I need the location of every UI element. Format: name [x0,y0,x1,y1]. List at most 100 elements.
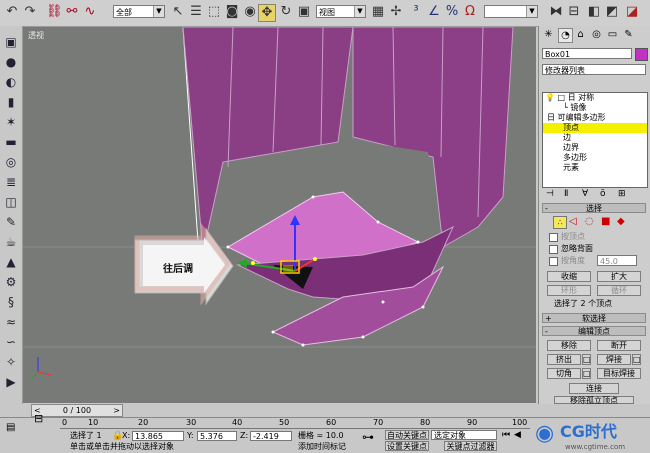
rollout-edit-vertices[interactable]: - 编辑顶点 [542,326,646,336]
selection-filter-dropdown[interactable]: 全部 ▼ [113,5,165,18]
chamfer-button[interactable]: 切角 [547,368,581,379]
spinner-snap-icon[interactable]: Ω [462,4,478,20]
move-icon[interactable]: ✥ [258,4,276,22]
redo-icon[interactable]: ↷ [22,4,38,20]
vertex-mode-icon[interactable]: ∴ [553,216,567,229]
stack-item-vertex[interactable]: 顶点 [543,123,647,133]
add-time-tag[interactable]: 添加时间标记 [298,442,346,452]
ignore-backfacing-checkbox[interactable] [549,245,558,254]
loop-button[interactable]: 循环 [597,285,641,296]
goto-start-icon[interactable]: ⏮ [502,430,510,440]
use-pivot-center-icon[interactable]: ▦ [370,4,386,20]
unlink-icon[interactable]: ⚯ [64,4,80,20]
key-mode-dropdown[interactable]: 选定对象 [431,430,497,440]
angle-value-field[interactable]: 45.0 [597,255,637,266]
curve-editor-icon[interactable]: ◩ [604,4,620,20]
shrink-button[interactable]: 收缩 [547,271,591,282]
select-by-name-icon[interactable]: ☰ [188,4,204,20]
remove-modifier-icon[interactable]: ō [600,189,606,199]
stack-item-edge[interactable]: 边 [563,133,571,143]
modifier-stack[interactable]: 💡 □ 日 对称 └ 镜像 日 可编辑多边形 顶点 边 边界 多边形 元素 [542,92,648,188]
teapot-icon[interactable]: ☕ [3,234,19,250]
y-coordinate-field[interactable]: 5.376 [197,431,237,441]
snap-icon[interactable]: ³ [408,4,424,20]
rollout-selection[interactable]: - 选择 [542,203,646,213]
wave-icon[interactable]: ≈ [3,314,19,330]
star-icon[interactable]: ✶ [3,114,19,130]
time-slider[interactable]: < 0 / 100 > [23,403,536,417]
display-tab-icon[interactable]: ▭ [606,28,619,41]
border-mode-icon[interactable]: ◌ [585,216,594,227]
cylinder-icon[interactable]: ▮ [3,94,19,110]
object-name-field[interactable]: Box01 [542,48,632,59]
set-key-button[interactable]: 设置关键点 [385,441,429,451]
create-box-icon[interactable]: ▣ [3,34,19,50]
plane-icon[interactable]: ▬ [3,134,19,150]
stack-item-symmetry[interactable]: 💡 □ 日 对称 [545,93,594,103]
align-icon[interactable]: ⊟ [566,4,582,20]
rollout-soft-selection[interactable]: + 软选择 [542,313,646,323]
named-selection-dropdown[interactable]: ▼ [484,5,538,18]
edge-mode-icon[interactable]: ◁ [569,216,577,227]
listener-icon[interactable]: ▤ [6,422,15,433]
by-vertex-checkbox[interactable] [549,233,558,242]
utilities-tab-icon[interactable]: ✎ [622,28,635,41]
time-slider-thumb[interactable]: < 0 / 100 > [31,404,123,417]
layer-icon[interactable]: ◧ [586,4,602,20]
light-icon[interactable]: ✧ [3,354,19,370]
modifier-list-dropdown[interactable]: 修改器列表 [542,64,646,75]
stack-icon[interactable]: ≣ [3,174,19,190]
modify-tab-icon[interactable]: ◔ [558,28,573,43]
reference-coord-dropdown[interactable]: 视图 ▼ [316,5,366,18]
trackbar[interactable]: 0 10 20 30 40 50 60 70 80 90 100 [60,418,530,429]
stack-item-element[interactable]: 元素 [563,163,579,173]
rotate-icon[interactable]: ↻ [278,4,294,20]
weld-settings-button[interactable]: □ [632,354,641,365]
connect-button[interactable]: 连接 [569,383,619,394]
angle-snap-icon[interactable]: ∠ [426,4,442,20]
z-coordinate-field[interactable]: -2.419 [250,431,292,441]
show-end-result-icon[interactable]: Ⅱ [564,189,568,199]
auto-key-button[interactable]: 自动关键点 [385,430,429,440]
select-icon[interactable]: ↖ [170,4,186,20]
prev-key-icon[interactable]: ◀ [514,430,521,440]
chamfer-settings-button[interactable]: □ [582,368,591,379]
weld-button[interactable]: 焊接 [597,354,631,365]
stack-item-mirror[interactable]: └ 镜像 [563,103,586,113]
perspective-viewport[interactable]: 透视 往后调 [23,27,536,403]
percent-snap-icon[interactable]: % [444,4,460,20]
manipulate-icon[interactable]: ✢ [388,4,404,20]
by-angle-checkbox[interactable] [549,257,558,266]
key-filters-button[interactable]: 关键点过滤器 [444,441,497,451]
motion-tab-icon[interactable]: ◎ [590,28,603,41]
spline-icon[interactable]: ∽ [3,334,19,350]
stack-item-border[interactable]: 边界 [563,143,579,153]
camera-icon[interactable]: ▶ [3,374,19,390]
hierarchy-tab-icon[interactable]: ⌂ [574,28,587,41]
bind-space-warp-icon[interactable]: ∿ [82,4,98,20]
tube-icon[interactable]: ◫ [3,194,19,210]
mini-curve-icon[interactable]: ⊟ [34,412,43,425]
cone-icon[interactable]: ◐ [3,74,19,90]
stack-item-editable-poly[interactable]: 日 可编辑多边形 [547,113,606,123]
gear-icon[interactable]: ⚙ [3,274,19,290]
object-color-swatch[interactable] [635,48,648,61]
x-coordinate-field[interactable]: 13.865 [132,431,184,441]
ring-button[interactable]: 环形 [547,285,591,296]
extrude-settings-button[interactable]: □ [582,354,591,365]
render-icon[interactable]: ◪ [624,4,640,20]
pin-stack-icon[interactable]: ⊣ [546,189,554,199]
mirror-icon[interactable]: ⧓ [548,4,564,20]
element-mode-icon[interactable]: ◆ [617,216,625,227]
target-weld-button[interactable]: 目标焊接 [597,368,641,379]
link-icon[interactable]: ⛓ [46,4,63,20]
remove-button[interactable]: 移除 [547,340,591,351]
key-icon[interactable]: ⊶ [362,430,374,444]
window-crossing-icon[interactable]: ◙ [224,4,240,20]
spring-icon[interactable]: § [3,294,19,310]
scale-icon[interactable]: ▣ [296,4,312,20]
wrench-icon[interactable]: ✎ [3,214,19,230]
sphere-icon[interactable]: ● [3,54,19,70]
break-button[interactable]: 断开 [597,340,641,351]
polygon-mode-icon[interactable]: ■ [601,216,610,227]
